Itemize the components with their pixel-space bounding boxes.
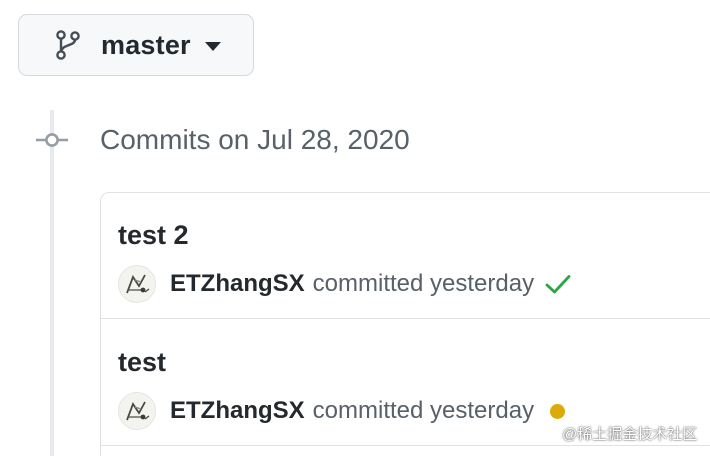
commit-meta: ETZhangSX committed yesterday xyxy=(118,392,566,430)
check-icon[interactable] xyxy=(544,272,572,296)
commit-time: committed yesterday xyxy=(312,397,535,424)
avatar-image xyxy=(119,266,155,302)
avatar-image xyxy=(119,393,155,429)
commit-title-link[interactable]: test xyxy=(118,347,166,378)
author-link[interactable]: ETZhangSX xyxy=(170,397,305,425)
triangle-down-icon xyxy=(204,42,221,51)
author-link[interactable]: ETZhangSX xyxy=(170,270,305,298)
commit-time: committed yesterday xyxy=(312,270,535,297)
watermark: @稀土掘金技术社区 xyxy=(562,426,698,443)
branch-name: master xyxy=(101,29,191,60)
timeline-line xyxy=(50,110,54,456)
git-branch-icon xyxy=(56,30,80,60)
commits-date-heading: Commits on Jul 28, 2020 xyxy=(100,124,410,155)
author-avatar[interactable] xyxy=(118,392,156,430)
commit-meta: ETZhangSX committed yesterday xyxy=(118,265,572,303)
commit-history-page: master Commits on Jul 28, 2020 test 2 ET… xyxy=(0,0,710,456)
branch-select-button[interactable]: master xyxy=(18,14,254,76)
dot-icon[interactable] xyxy=(550,403,566,419)
commit-title-link[interactable]: test 2 xyxy=(118,220,189,251)
commit-list: test 2 ETZhangSX committed yesterday tes… xyxy=(100,192,710,456)
author-avatar[interactable] xyxy=(118,265,156,303)
git-commit-icon xyxy=(36,133,68,147)
commit-item: test 2 ETZhangSX committed yesterday xyxy=(101,193,710,319)
